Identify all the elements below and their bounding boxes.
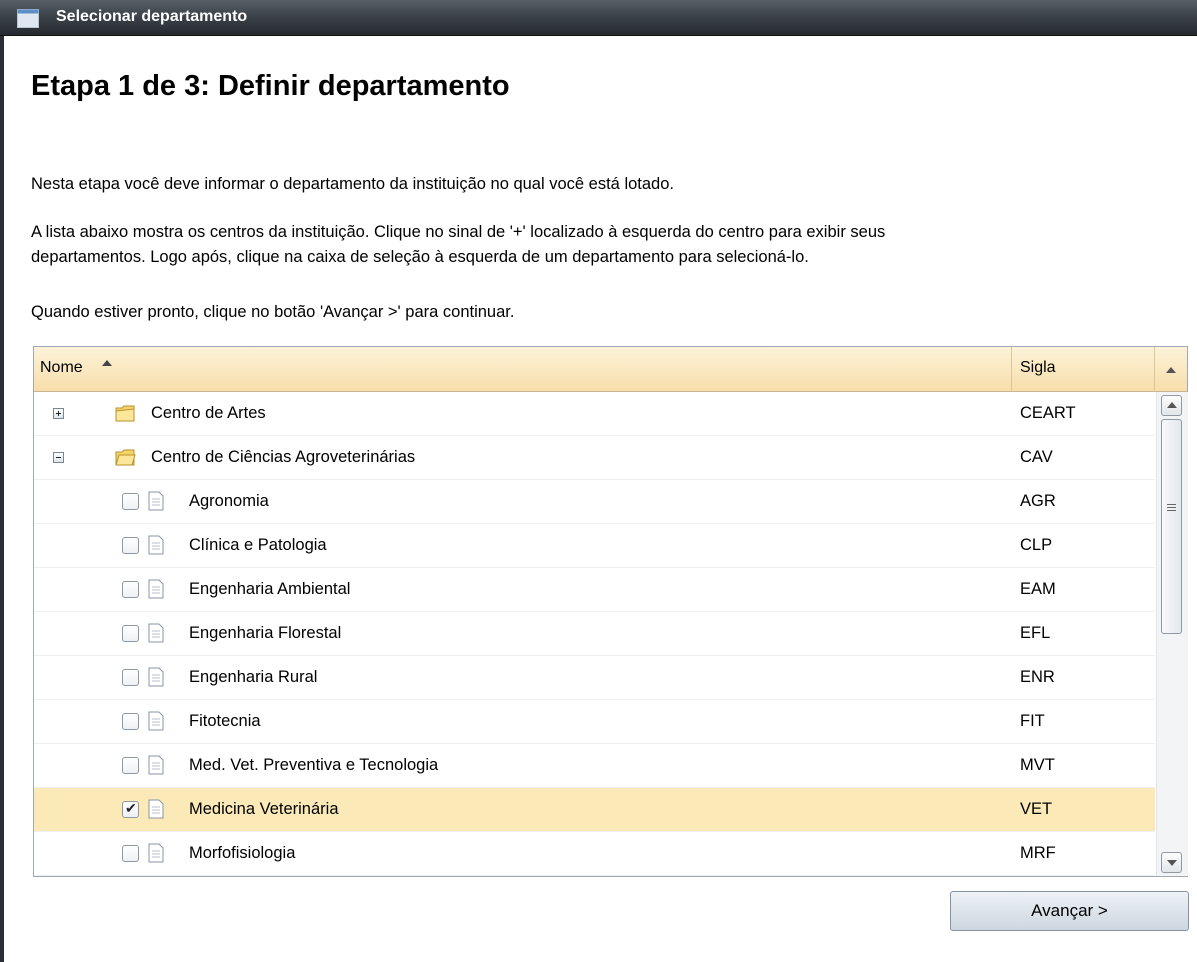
department-checkbox[interactable] <box>122 625 139 642</box>
document-icon <box>148 623 164 643</box>
tree-row-department[interactable]: Fitotecnia FIT <box>34 700 1155 744</box>
tree-row-department[interactable]: Agronomia AGR <box>34 480 1155 524</box>
proceed-hint: Quando estiver pronto, clique no botão '… <box>31 303 515 321</box>
row-code: EFL <box>1020 624 1051 642</box>
document-icon <box>148 843 164 863</box>
tree-row-department[interactable]: Engenharia Florestal EFL <box>34 612 1155 656</box>
tree-row-department[interactable]: ✔ Medicina Veterinária VET <box>34 788 1155 832</box>
collapse-icon[interactable] <box>53 452 64 463</box>
grid-rows: Centro de Artes CEART Centro de Ciências… <box>34 392 1155 876</box>
row-name: Centro de Artes <box>151 404 266 422</box>
row-name: Morfofisiologia <box>189 844 296 862</box>
row-code: MRF <box>1020 844 1056 862</box>
department-checkbox[interactable] <box>122 669 139 686</box>
arrow-up-icon <box>1167 402 1177 408</box>
scrollbar-thumb[interactable] <box>1161 419 1182 634</box>
header-column-menu-button[interactable] <box>1155 347 1187 391</box>
tree-row-department[interactable]: Engenharia Ambiental EAM <box>34 568 1155 612</box>
expand-icon[interactable] <box>53 408 64 419</box>
tree-row-department[interactable]: Engenharia Rural ENR <box>34 656 1155 700</box>
department-checkbox[interactable] <box>122 537 139 554</box>
column-header-code-label: Sigla <box>1020 359 1056 376</box>
folder-icon <box>115 405 135 422</box>
row-code: CEART <box>1020 404 1076 422</box>
grid-header: Nome Sigla <box>34 347 1187 392</box>
document-icon <box>148 667 164 687</box>
folder-open-icon <box>115 449 136 466</box>
row-name: Centro de Ciências Agroveterinárias <box>151 448 416 466</box>
row-code: EAM <box>1020 580 1056 598</box>
document-icon <box>148 711 164 731</box>
document-icon <box>148 799 164 819</box>
tree-row-department[interactable]: Clínica e Patologia CLP <box>34 524 1155 568</box>
vertical-scrollbar[interactable] <box>1156 392 1188 876</box>
row-name: Engenharia Rural <box>189 668 318 686</box>
row-name: Engenharia Florestal <box>189 624 342 642</box>
row-name: Med. Vet. Preventiva e Tecnologia <box>189 756 439 774</box>
sort-ascending-icon <box>102 360 112 366</box>
row-name: Fitotecnia <box>189 712 261 730</box>
window-icon <box>17 9 39 28</box>
department-checkbox[interactable] <box>122 845 139 862</box>
column-header-code[interactable]: Sigla <box>1012 347 1155 391</box>
checkmark-icon: ✔ <box>125 800 137 816</box>
instructions-line-2: departamentos. Logo após, clique na caix… <box>31 248 809 266</box>
tree-row-center[interactable]: Centro de Artes CEART <box>34 392 1155 436</box>
row-name: Medicina Veterinária <box>189 800 339 818</box>
window-title: Selecionar departamento <box>56 8 248 25</box>
row-name: Engenharia Ambiental <box>189 580 351 598</box>
scroll-down-button[interactable] <box>1161 852 1182 873</box>
row-code: MVT <box>1020 756 1055 774</box>
row-code: FIT <box>1020 712 1045 730</box>
row-code: AGR <box>1020 492 1056 510</box>
page-heading: Etapa 1 de 3: Definir departamento <box>31 70 510 102</box>
tree-row-department[interactable]: Morfofisiologia MRF <box>34 832 1155 876</box>
department-checkbox[interactable] <box>122 493 139 510</box>
column-header-name[interactable]: Nome <box>34 347 1012 391</box>
row-name: Agronomia <box>189 492 269 510</box>
window-left-border <box>0 36 4 962</box>
department-checkbox[interactable] <box>122 713 139 730</box>
title-bar: Selecionar departamento <box>0 0 1197 36</box>
tree-row-center[interactable]: Centro de Ciências Agroveterinárias CAV <box>34 436 1155 480</box>
column-header-name-label: Nome <box>40 359 83 376</box>
row-code: ENR <box>1020 668 1055 686</box>
arrow-down-icon <box>1167 860 1177 866</box>
department-checkbox[interactable]: ✔ <box>122 800 139 818</box>
row-code: VET <box>1020 800 1053 818</box>
chevron-up-icon <box>1166 367 1176 373</box>
department-checkbox[interactable] <box>122 581 139 598</box>
next-button[interactable]: Avançar > <box>950 891 1189 931</box>
instructions-line-1: A lista abaixo mostra os centros da inst… <box>31 223 886 241</box>
row-name: Clínica e Patologia <box>189 536 327 554</box>
intro-text: Nesta etapa você deve informar o departa… <box>31 175 674 193</box>
department-tree-grid[interactable]: Nome Sigla Centro de Artes CEART Centro … <box>33 346 1188 877</box>
scroll-up-button[interactable] <box>1161 395 1182 416</box>
document-icon <box>148 491 164 511</box>
tree-row-department[interactable]: Med. Vet. Preventiva e Tecnologia MVT <box>34 744 1155 788</box>
row-code: CLP <box>1020 536 1053 554</box>
document-icon <box>148 579 164 599</box>
department-checkbox[interactable] <box>122 757 139 774</box>
document-icon <box>148 535 164 555</box>
document-icon <box>148 755 164 775</box>
row-code: CAV <box>1020 448 1053 466</box>
